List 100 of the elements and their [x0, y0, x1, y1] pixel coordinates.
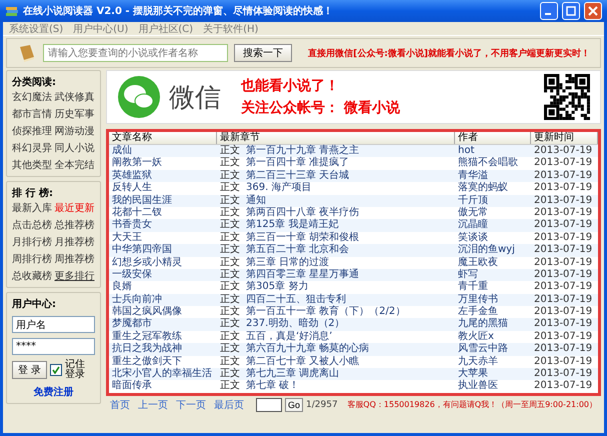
- register-link[interactable]: 免费注册: [12, 385, 95, 399]
- chapter-cell[interactable]: 第125章 我是靖王妃: [243, 219, 455, 232]
- category-link[interactable]: 同人小说: [54, 143, 95, 155]
- novel-title[interactable]: 我的民国生涯: [109, 194, 217, 207]
- author-cell-text: 风雪云中路: [457, 343, 509, 356]
- ranking-link[interactable]: 周推荐榜: [54, 254, 95, 266]
- search-button[interactable]: 搜索一下: [234, 44, 292, 62]
- close-button[interactable]: [584, 2, 602, 20]
- chapter-cell[interactable]: 第305章 努力: [243, 281, 455, 294]
- chapter-cell[interactable]: 第两百四十八章 夜半疗伤: [243, 206, 455, 220]
- novel-title[interactable]: 重生之冠军教练: [109, 330, 217, 344]
- chapter-cell[interactable]: 第一百九十九章 青燕之主: [243, 145, 455, 158]
- menu-item[interactable]: 用户中心(U): [73, 22, 128, 36]
- chapter-cell[interactable]: 四百二十五、狙击专利: [243, 294, 455, 306]
- menu-item[interactable]: 关于软件(H): [203, 22, 258, 36]
- novel-title[interactable]: 梦魇都市: [109, 318, 217, 331]
- category-link[interactable]: 侦探推理: [12, 126, 52, 138]
- volume-cell-text: 正文: [219, 182, 241, 194]
- chapter-cell[interactable]: 第七九三章 调虎离山: [243, 368, 455, 380]
- date-cell-text: 2013-07-19: [533, 330, 594, 344]
- chapter-cell[interactable]: 第七章 破！: [243, 380, 455, 393]
- ranking-link[interactable]: 周排行榜: [12, 254, 52, 266]
- banner-headline: 也能看小说了！: [241, 77, 340, 95]
- category-link[interactable]: 都市言情: [12, 109, 52, 121]
- novel-title[interactable]: 韩国之疯风偶像: [109, 306, 217, 318]
- ranking-link[interactable]: 最新入库: [12, 203, 52, 215]
- remember-checkbox[interactable]: [50, 364, 62, 376]
- search-field[interactable]: 请输入您要查询的小说或作者名称: [43, 44, 228, 62]
- page-link[interactable]: 上一页: [138, 398, 168, 412]
- ranking-link[interactable]: 总推荐榜: [54, 220, 95, 232]
- volume-cell-text: 正文: [219, 343, 241, 356]
- chapter-cell[interactable]: 通知: [243, 194, 455, 207]
- date-cell-text: 2013-07-19: [533, 343, 594, 356]
- novel-title[interactable]: 大天王: [109, 232, 217, 244]
- novel-title[interactable]: 重生之傲剑天下: [109, 356, 217, 368]
- column-header[interactable]: 最新章节: [217, 132, 455, 144]
- category-link[interactable]: 科幻灵异: [12, 143, 52, 155]
- novel-title[interactable]: 中华第四帝国: [109, 244, 217, 257]
- category-link[interactable]: 网游动漫: [54, 126, 95, 138]
- ranking-link[interactable]: 月推荐榜: [54, 237, 95, 249]
- novel-title[interactable]: 幻想乡或小精灵: [109, 256, 217, 269]
- menu-item[interactable]: 用户社区(C): [138, 22, 194, 36]
- novel-title[interactable]: 阐教第一妖: [109, 157, 217, 170]
- novel-title[interactable]: 一级安保: [109, 268, 217, 282]
- chapter-cell[interactable]: 第六百九十九章 畅莫的心病: [243, 343, 455, 356]
- ranking-link[interactable]: 最近更新: [54, 203, 95, 215]
- password-field[interactable]: ****: [12, 338, 95, 355]
- page-link[interactable]: 最后页: [214, 398, 244, 412]
- page-field[interactable]: [256, 398, 282, 412]
- support-text: 客服QQ：1550019826，有问题请Q我！（周一至周五9:00-21:00）: [347, 399, 597, 410]
- novel-title[interactable]: 良婿: [109, 281, 217, 294]
- novel-title[interactable]: 北宋小官人的幸福生活: [109, 368, 217, 380]
- novel-title[interactable]: 抗日之我为战神: [109, 343, 217, 356]
- username-field[interactable]: 用户名: [12, 316, 95, 333]
- volume-cell-text: 正文: [219, 219, 241, 232]
- chapter-cell[interactable]: 第一百五十一章 教育（下）（2/2）: [243, 306, 455, 318]
- category-link[interactable]: 玄幻魔法: [12, 92, 52, 104]
- chapter-cell[interactable]: 第二百七十章 又被人小瞧: [243, 356, 455, 368]
- novel-title[interactable]: 书香贵女: [109, 219, 217, 232]
- novel-title[interactable]: 士兵向前冲: [109, 294, 217, 306]
- page-link[interactable]: 首页: [110, 398, 130, 412]
- volume-cell-text: 正文: [219, 145, 241, 156]
- category-link[interactable]: 历史军事: [54, 109, 95, 121]
- ranking-link[interactable]: 总收藏榜: [12, 271, 52, 283]
- ranking-link[interactable]: 点击总榜: [12, 220, 52, 232]
- brand-name: 微信: [169, 82, 221, 114]
- novel-title[interactable]: 成仙: [109, 145, 217, 158]
- chapter-cell[interactable]: 第二百三十三章 天台城: [243, 170, 455, 182]
- chapter-cell[interactable]: 第四百零三章 星星万事通: [243, 268, 455, 282]
- date-cell-text: 2013-07-19: [533, 306, 594, 318]
- date-cell-text: 2013-07-19: [533, 268, 594, 282]
- column-header[interactable]: 作者: [455, 132, 531, 144]
- chapter-cell[interactable]: 第五百二十章 北京和会: [243, 244, 455, 257]
- category-link[interactable]: 其他类型: [12, 160, 52, 172]
- category-link[interactable]: 全本完结: [54, 160, 95, 172]
- menu-item[interactable]: 系统设置(S): [9, 22, 64, 36]
- volume-cell-text: 正文: [219, 244, 241, 256]
- date-cell-text: 2013-07-19: [533, 356, 594, 368]
- novel-title[interactable]: 花都十二钗: [109, 206, 217, 220]
- chapter-cell[interactable]: 369. 海产项目: [243, 182, 455, 195]
- novel-title[interactable]: 英雄监狱: [109, 170, 217, 182]
- login-button[interactable]: 登 录: [12, 361, 47, 379]
- category-link[interactable]: 武侠修真: [54, 92, 95, 104]
- chapter-cell[interactable]: 五百，真是‘好消息’: [243, 330, 455, 344]
- volume-cell-text: 正文: [219, 232, 241, 244]
- ranking-link[interactable]: 月排行榜: [12, 237, 52, 249]
- chapter-cell[interactable]: 237.明劲、暗劲（2）: [243, 318, 455, 331]
- column-header[interactable]: 文章名称: [109, 132, 217, 144]
- column-header[interactable]: 更新时间: [531, 132, 598, 144]
- novel-title[interactable]: 反转人生: [109, 182, 217, 195]
- chapter-cell[interactable]: 第三百一十章 胡荣和俊根: [243, 232, 455, 244]
- maximize-button[interactable]: [562, 2, 580, 20]
- minimize-button[interactable]: [540, 2, 558, 20]
- ranking-link[interactable]: 更多排行: [54, 271, 95, 283]
- chapter-cell[interactable]: 第三章 日常的过渡: [243, 256, 455, 269]
- page-link[interactable]: 下一页: [176, 398, 206, 412]
- volume-cell-text: 正文: [219, 356, 241, 368]
- go-button[interactable]: Go: [285, 398, 304, 412]
- chapter-cell[interactable]: 第一百四十章 准提疯了: [243, 157, 455, 170]
- novel-title[interactable]: 暗面传承: [109, 380, 217, 393]
